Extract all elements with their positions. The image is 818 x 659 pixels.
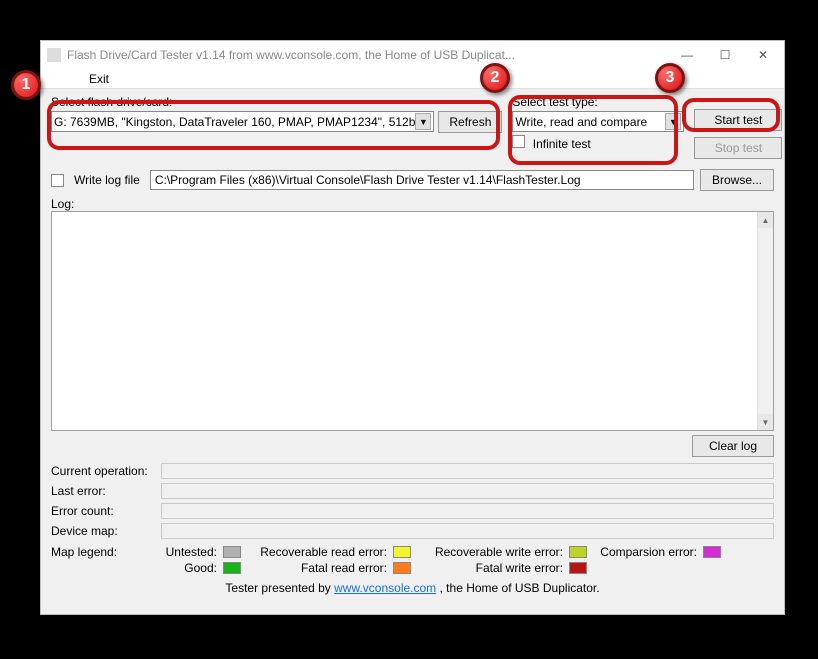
footer-link[interactable]: www.vconsole.com <box>334 581 436 595</box>
infinite-test-label: Infinite test <box>533 137 591 151</box>
drive-select[interactable]: G: 7639MB, "Kingston, DataTraveler 160, … <box>51 111 434 132</box>
start-test-button[interactable]: Start test <box>694 109 782 131</box>
scroll-up-icon[interactable]: ▲ <box>758 212 773 228</box>
current-operation-value <box>161 463 774 479</box>
annotation-badge-2: 2 <box>480 63 510 93</box>
write-log-checkbox[interactable] <box>51 174 64 187</box>
action-buttons: Start test Stop test <box>694 95 782 159</box>
log-textarea[interactable]: ▲ ▼ <box>51 211 774 431</box>
legend-fatalread-swatch <box>393 562 411 574</box>
test-type-label: Select test type: <box>512 95 684 109</box>
legend-fatalwrite-label: Fatal write error: <box>417 561 563 575</box>
current-operation-row: Current operation: <box>51 463 774 479</box>
app-icon <box>47 48 61 62</box>
legend-recread-label: Recoverable read error: <box>247 545 387 559</box>
chevron-down-icon: ▼ <box>665 113 681 130</box>
legend-untested-label: Untested: <box>159 545 217 559</box>
log-label: Log: <box>51 197 774 211</box>
footer-prefix: Tester presented by <box>225 581 334 595</box>
legend-recread-swatch <box>393 546 411 558</box>
footer: Tester presented by www.vconsole.com , t… <box>51 581 774 595</box>
device-map-row: Device map: <box>51 523 774 539</box>
annotation-badge-1: 1 <box>11 70 41 100</box>
current-operation-label: Current operation: <box>51 464 161 478</box>
legend-title: Map legend: <box>51 545 151 575</box>
legend-good-label: Good: <box>159 561 217 575</box>
legend-fatalwrite-swatch <box>569 562 587 574</box>
error-count-row: Error count: <box>51 503 774 519</box>
last-error-row: Last error: <box>51 483 774 499</box>
refresh-button[interactable]: Refresh <box>438 111 502 133</box>
legend-recwrite-label: Recoverable write error: <box>417 545 563 559</box>
menu-exit[interactable]: Exit <box>89 72 109 86</box>
legend-recwrite-swatch <box>569 546 587 558</box>
drive-select-label: Select flash drive/card: <box>51 95 502 109</box>
legend-comparison-swatch <box>703 546 721 558</box>
legend-untested-swatch <box>223 546 241 558</box>
log-scrollbar[interactable]: ▲ ▼ <box>757 212 773 430</box>
test-type-select[interactable]: Write, read and compare ▼ <box>512 111 684 132</box>
legend-fatalread-label: Fatal read error: <box>247 561 387 575</box>
window-title: Flash Drive/Card Tester v1.14 from www.v… <box>67 48 668 62</box>
test-type-group: Select test type: Write, read and compar… <box>512 95 684 151</box>
test-type-value: Write, read and compare <box>515 115 647 129</box>
close-button[interactable]: ✕ <box>744 43 782 67</box>
last-error-label: Last error: <box>51 484 161 498</box>
stop-test-button[interactable]: Stop test <box>694 137 782 159</box>
last-error-value <box>161 483 774 499</box>
browse-button[interactable]: Browse... <box>700 169 774 191</box>
error-count-label: Error count: <box>51 504 161 518</box>
chevron-down-icon: ▼ <box>415 113 431 130</box>
device-map-label: Device map: <box>51 524 161 538</box>
clear-log-button[interactable]: Clear log <box>692 435 774 457</box>
legend-comparison-label: Comparsion error: <box>593 545 697 559</box>
footer-suffix: , the Home of USB Duplicator. <box>440 581 600 595</box>
maximize-button[interactable]: ☐ <box>706 43 744 67</box>
infinite-test-checkbox[interactable] <box>512 135 525 148</box>
error-count-value <box>161 503 774 519</box>
scroll-down-icon[interactable]: ▼ <box>758 414 773 430</box>
drive-select-value: G: 7639MB, "Kingston, DataTraveler 160, … <box>54 115 415 129</box>
annotation-badge-3: 3 <box>655 63 685 93</box>
legend-good-swatch <box>223 562 241 574</box>
write-log-label: Write log file <box>74 173 140 187</box>
app-window: Flash Drive/Card Tester v1.14 from www.v… <box>40 40 785 615</box>
map-legend: Map legend: Untested: Recoverable read e… <box>51 545 774 575</box>
device-map-value <box>161 523 774 539</box>
log-path-input[interactable]: C:\Program Files (x86)\Virtual Console\F… <box>150 170 694 190</box>
log-path-value: C:\Program Files (x86)\Virtual Console\F… <box>155 173 581 187</box>
drive-select-group: Select flash drive/card: G: 7639MB, "Kin… <box>51 95 502 133</box>
